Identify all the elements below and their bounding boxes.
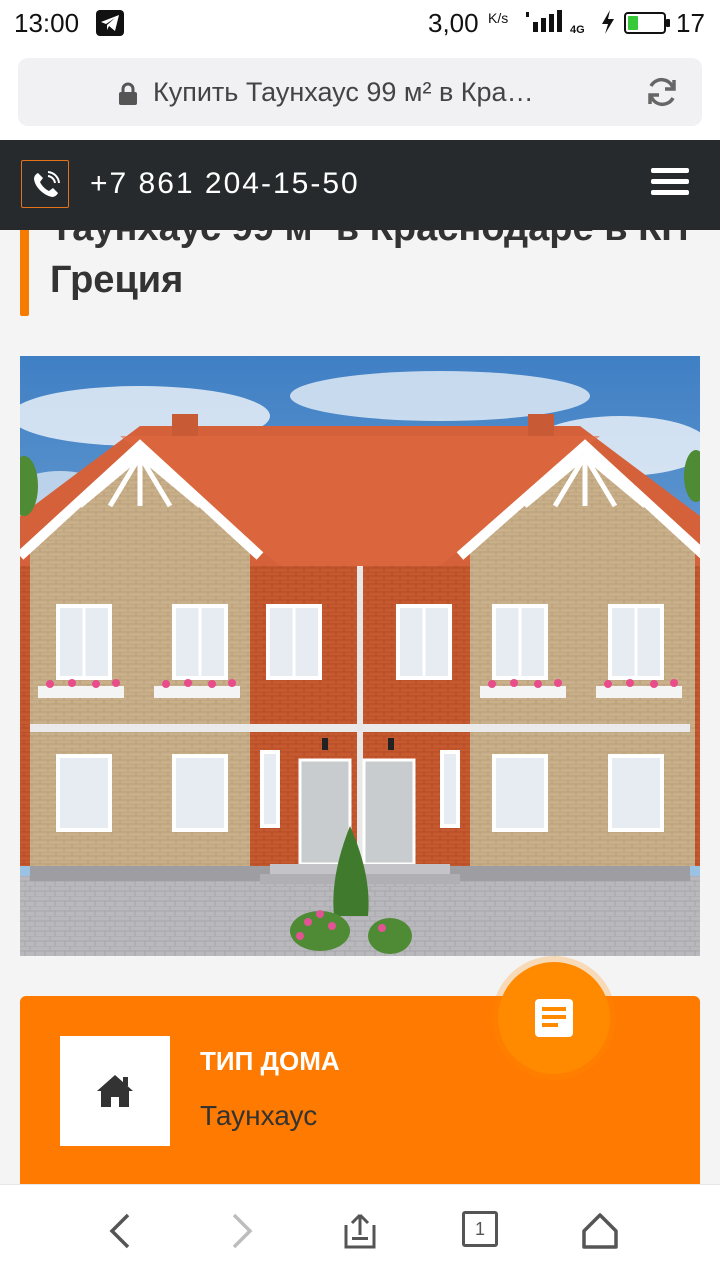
tabs-icon[interactable]: 1 [462, 1211, 506, 1255]
telegram-icon [96, 10, 124, 36]
site-header: +7 861 204-15-50 [0, 140, 720, 230]
home-icon [97, 1075, 133, 1107]
townhouse-image[interactable] [20, 356, 700, 956]
browser-bottom-nav: 1 [0, 1184, 720, 1280]
chevron-left-icon[interactable] [102, 1211, 146, 1255]
share-icon[interactable] [340, 1211, 384, 1255]
document-icon [535, 999, 573, 1037]
url-text: Купить Таунхаус 99 м² в Кра… [153, 77, 534, 107]
signal-icon [524, 10, 564, 41]
hamburger-menu-icon[interactable] [651, 168, 691, 202]
address-bar[interactable]: Купить Таунхаус 99 м² в Кра… [18, 58, 702, 126]
phone-number-link[interactable]: +7 861 204-15-50 [90, 167, 360, 201]
network-speed-unit: K/s [488, 10, 509, 26]
house-type-label: ТИП ДОМА [200, 1046, 340, 1076]
status-time: 13:00 [14, 8, 80, 38]
browser-toolbar: Купить Таунхаус 99 м² в Кра… [0, 48, 720, 140]
house-type-value: Таунхаус [200, 1100, 318, 1131]
home-outline-icon[interactable] [580, 1211, 624, 1255]
phone-icon [34, 171, 60, 197]
battery-level: 17 [676, 8, 705, 38]
network-speed: 3,00 [428, 8, 479, 38]
tab-count: 1 [462, 1211, 498, 1247]
chevron-right-icon[interactable] [222, 1211, 266, 1255]
home-icon-tile [60, 1036, 170, 1146]
battery-icon [624, 12, 670, 34]
document-button[interactable] [498, 962, 610, 1074]
lock-icon [118, 82, 138, 111]
reload-icon[interactable] [644, 74, 680, 115]
screen: 13:00 3,00 K/s 4G 17 Купить Таунхаус 99 … [0, 0, 720, 1280]
network-type: 4G [570, 24, 585, 36]
status-bar: 13:00 3,00 K/s 4G 17 [0, 0, 720, 48]
call-button[interactable] [21, 160, 69, 208]
charging-icon [600, 10, 616, 41]
